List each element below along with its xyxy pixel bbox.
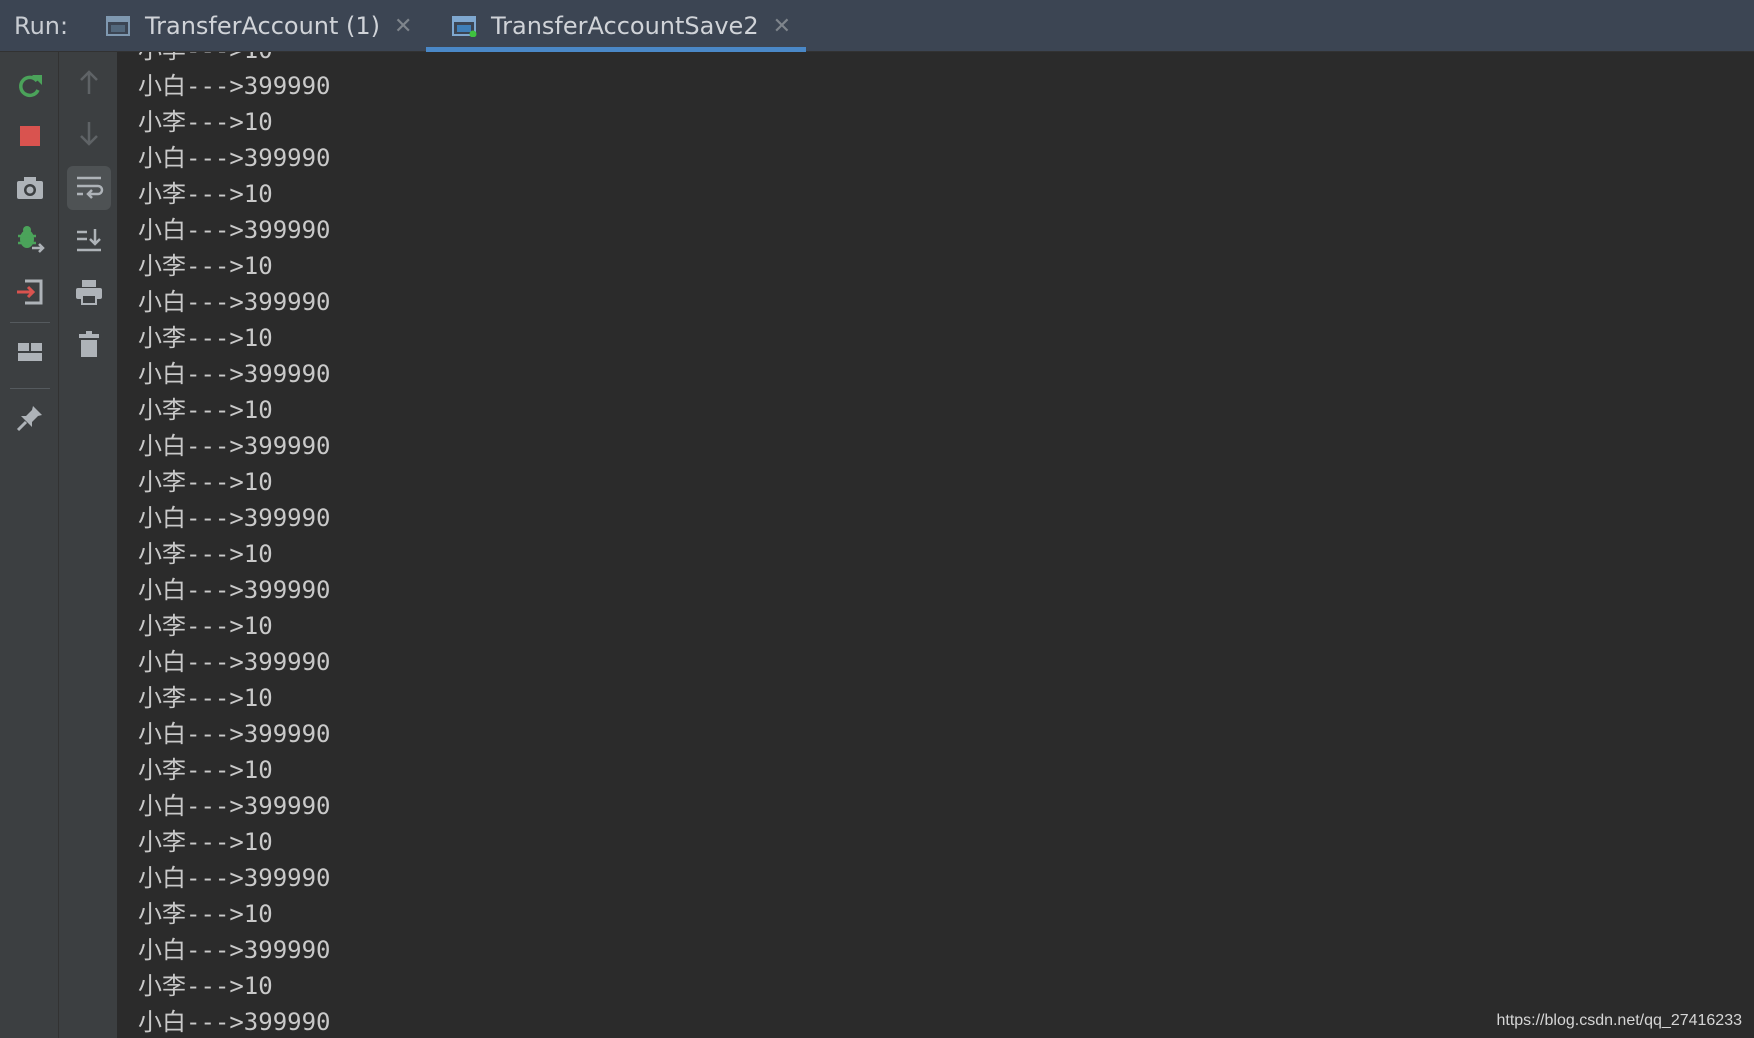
console-line: 小李--->10 — [138, 468, 273, 496]
console-line: 小李--->10 — [138, 108, 273, 136]
console-line: 小李--->10 — [138, 52, 331, 68]
tab-title: TransferAccount (1) — [145, 12, 381, 40]
print-button[interactable] — [67, 272, 111, 316]
console-lines: 小李--->10 小白--->399990 小李--->10 小白--->399990… — [138, 52, 331, 1038]
run-label: Run: — [14, 12, 69, 40]
arrow-up-icon — [76, 67, 102, 101]
debug-reload-button[interactable] — [8, 220, 52, 264]
console-line: 小李--->10 — [138, 900, 273, 928]
close-icon[interactable]: ✕ — [394, 14, 412, 39]
print-icon — [74, 278, 104, 310]
console-line: 小白--->399990 — [138, 144, 331, 172]
run-tab-bar: Run: TransferAccount (1) ✕ TransferAccou… — [0, 0, 1754, 52]
pin-icon — [15, 403, 45, 437]
tab-transferaccount-1[interactable]: TransferAccount (1) ✕ — [105, 0, 412, 52]
tab-transferaccountsave2[interactable]: TransferAccountSave2 ✕ — [426, 0, 806, 52]
camera-icon — [15, 175, 45, 205]
debug-reload-icon — [14, 224, 46, 260]
stop-icon — [18, 124, 42, 152]
run-tool-window: Run: TransferAccount (1) ✕ TransferAccou… — [0, 0, 1754, 1038]
console-line: 小李--->10 — [138, 828, 273, 856]
soft-wrap-toggle[interactable] — [67, 166, 111, 210]
scroll-down-button[interactable] — [67, 114, 111, 158]
tab-title: TransferAccountSave2 — [491, 12, 759, 40]
watermark: https://blog.csdn.net/qq_27416233 — [1496, 1012, 1742, 1029]
console-line: 小李--->10 — [138, 396, 273, 424]
soft-wrap-icon — [74, 172, 104, 204]
layout-icon — [16, 340, 44, 368]
console-line: 小白--->399990 — [138, 432, 331, 460]
console-line: 小李--->10 — [138, 180, 273, 208]
scroll-to-end-button[interactable] — [67, 220, 111, 264]
stop-button[interactable] — [8, 116, 52, 160]
pin-tab-button[interactable] — [8, 398, 52, 442]
console-line: 小白--->399990 — [138, 576, 331, 604]
console-line: 小李--->10 — [138, 756, 273, 784]
trash-icon — [76, 329, 102, 363]
scroll-up-button[interactable] — [67, 62, 111, 106]
console-line: 小李--->10 — [138, 252, 273, 280]
console-line: 小白--->399990 — [138, 216, 331, 244]
dump-threads-button[interactable] — [8, 168, 52, 212]
close-icon[interactable]: ✕ — [773, 14, 791, 39]
console-window-running-icon — [451, 15, 477, 38]
restore-layout-button[interactable] — [8, 332, 52, 376]
clear-all-button[interactable] — [67, 324, 111, 368]
console-window-icon — [105, 15, 131, 37]
console-actions-toolbar — [59, 52, 118, 1038]
console-line: 小白--->399990 — [138, 720, 331, 748]
rerun-icon — [15, 71, 45, 105]
console-line: 小白--->399990 — [138, 72, 331, 100]
console-line: 小李--->10 — [138, 324, 273, 352]
console-line: 小李--->10 — [138, 540, 273, 568]
rerun-button[interactable] — [8, 66, 52, 110]
exit-icon — [15, 277, 45, 311]
console-line: 小白--->399990 — [138, 504, 331, 532]
console-line: 小白--->399990 — [138, 360, 331, 388]
console-output[interactable]: 小李--->10 小白--->399990 小李--->10 小白--->399990… — [118, 52, 1754, 1038]
arrow-down-icon — [76, 119, 102, 153]
console-line: 小白--->399990 — [138, 792, 331, 820]
scroll-to-end-icon — [74, 226, 104, 258]
toolbar-separator — [10, 388, 50, 389]
console-line: 小白--->399990 — [138, 936, 331, 964]
console-line: 小李--->10 — [138, 972, 273, 1000]
console-line: 小白--->399990 — [138, 288, 331, 316]
toolbar-separator — [10, 322, 50, 323]
console-line: 小白--->399990 — [138, 864, 331, 892]
console-line: 小李--->10 — [138, 684, 273, 712]
console-line: 小白--->399990 — [138, 648, 331, 676]
run-actions-toolbar — [0, 52, 59, 1038]
exit-button[interactable] — [8, 272, 52, 316]
console-line: 小白--->399990 — [138, 1008, 331, 1036]
console-line: 小李--->10 — [138, 612, 273, 640]
